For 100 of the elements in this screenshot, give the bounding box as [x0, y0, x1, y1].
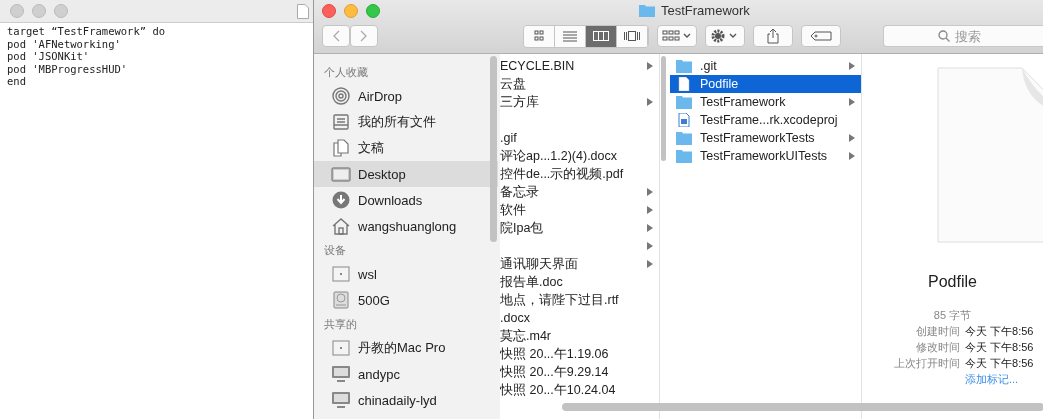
sidebar-item[interactable]: 我的所有文件	[314, 109, 498, 135]
arrange-button[interactable]	[657, 25, 697, 47]
sidebar-item[interactable]: 丹教的Mac Pro	[314, 335, 498, 361]
sidebar-item[interactable]: chinadaily-lyd	[314, 387, 498, 413]
tag-icon	[810, 31, 832, 41]
add-tags-link[interactable]: 添加标记...	[965, 371, 1019, 387]
file-row[interactable]: 莫忘.m4r	[500, 327, 659, 345]
file-row[interactable]: 快照 20...午1.19.06	[500, 345, 659, 363]
allfiles-icon	[331, 113, 351, 131]
document-icon	[297, 3, 309, 19]
file-row[interactable]: 地点，请陛下过目.rtf	[500, 291, 659, 309]
sidebar-item[interactable]: 500G	[314, 287, 498, 313]
sidebar-item[interactable]: wangshuanglong	[314, 213, 498, 239]
list-view-button[interactable]	[555, 25, 586, 47]
folder-icon	[676, 131, 692, 145]
sidebar-item[interactable]: Downloads	[314, 187, 498, 213]
file-row[interactable]: 评论ap...1.2)(4).docx	[500, 147, 659, 165]
list-view-icon	[561, 30, 579, 42]
file-row[interactable]: Podfile	[670, 75, 861, 93]
sidebar-item[interactable]: wsl	[314, 261, 498, 287]
file-row[interactable]: 备忘录	[500, 183, 659, 201]
file-row[interactable]: 快照 20...午9.29.14	[500, 363, 659, 381]
file-row[interactable]: 控件de...示的视频.pdf	[500, 165, 659, 183]
sidebar-heading: 个人收藏	[323, 65, 369, 80]
minimize-button[interactable]	[32, 4, 46, 18]
code-line: pod 'AFNetworking'	[7, 37, 122, 50]
file-row[interactable]: 报告单.doc	[500, 273, 659, 291]
info-value: 今天 下午8:56	[965, 340, 1034, 355]
file-row[interactable]: TestFrameworkTests	[670, 129, 861, 147]
project-file-icon	[676, 113, 692, 127]
coverflow-view-button[interactable]	[617, 25, 648, 47]
code-line: end	[7, 75, 27, 88]
file-icon	[676, 77, 692, 91]
disclosure-arrow-icon	[849, 152, 855, 160]
file-row[interactable]: 三方库	[500, 93, 659, 111]
disclosure-arrow-icon	[647, 206, 653, 214]
downloads-icon	[331, 191, 351, 209]
zoom-button[interactable]	[54, 4, 68, 18]
disclosure-arrow-icon	[647, 224, 653, 232]
coverflow-view-icon	[623, 30, 641, 42]
folder-icon	[676, 59, 692, 73]
sidebar-item[interactable]: AirDrop	[314, 83, 498, 109]
disclosure-arrow-icon	[647, 188, 653, 196]
folder-icon	[676, 95, 692, 109]
disclosure-arrow-icon	[647, 98, 653, 106]
file-row[interactable]: 云盘	[500, 75, 659, 93]
drive-icon	[331, 291, 351, 309]
grid-icon	[662, 30, 692, 42]
home-icon	[331, 217, 351, 235]
share-button[interactable]	[753, 25, 793, 47]
sidebar-item[interactable]: 文稿	[314, 135, 498, 161]
share-icon	[766, 28, 780, 44]
disclosure-arrow-icon	[647, 260, 653, 268]
file-row[interactable]: 软件	[500, 201, 659, 219]
scrollbar[interactable]	[490, 56, 497, 242]
file-row[interactable]: ECYCLE.BIN	[500, 57, 659, 75]
sidebar-heading: 设备	[323, 243, 347, 258]
folder-icon	[639, 4, 655, 17]
minimize-button[interactable]	[344, 4, 358, 18]
file-row[interactable]: .docx	[500, 309, 659, 327]
disclosure-arrow-icon	[849, 98, 855, 106]
info-label: 创建时间	[915, 324, 960, 339]
scrollbar[interactable]	[661, 56, 666, 161]
file-row[interactable]: TestFrame...rk.xcodeproj	[670, 111, 861, 129]
code-line: target “TestFramework” do	[7, 25, 167, 38]
file-row[interactable]: 快照 20...午10.24.04	[500, 381, 659, 399]
forward-button[interactable]	[350, 25, 378, 47]
sidebar-heading: 共享的	[323, 317, 358, 332]
file-row[interactable]: .git	[670, 57, 861, 75]
file-row[interactable]: .gif	[500, 129, 659, 147]
monitor-icon	[331, 391, 351, 409]
sidebar-item[interactable]: Desktop	[314, 161, 498, 187]
info-label: 上次打开时间	[893, 356, 960, 371]
zoom-button[interactable]	[366, 4, 380, 18]
file-row[interactable]: TestFramework	[670, 93, 861, 111]
file-row[interactable]: 院Ipa包	[500, 219, 659, 237]
back-icon	[332, 30, 340, 42]
close-button[interactable]	[10, 4, 24, 18]
icons-view-button[interactable]	[524, 25, 555, 47]
columns-view-icon	[592, 30, 610, 42]
action-button[interactable]	[705, 25, 745, 47]
columns-view-button[interactable]	[586, 25, 617, 47]
search-icon	[938, 30, 950, 42]
monitor-icon	[331, 365, 351, 383]
code-line: pod 'JSONKit'	[7, 50, 91, 63]
window-title: TestFramework	[661, 3, 750, 18]
forward-icon	[360, 30, 368, 42]
search-field[interactable]: 搜索	[883, 25, 1043, 47]
tag-button[interactable]	[801, 25, 841, 47]
folder-icon	[676, 149, 692, 163]
file-row[interactable]: TestFrameworkUITests	[670, 147, 861, 165]
scrollbar[interactable]	[562, 403, 1043, 411]
back-button[interactable]	[322, 25, 350, 47]
info-label: 修改时间	[915, 340, 960, 355]
close-button[interactable]	[322, 4, 336, 18]
sidebar-item[interactable]: andypc	[314, 361, 498, 387]
file-row[interactable]: 通讯聊天界面	[500, 255, 659, 273]
disclosure-arrow-icon	[647, 62, 653, 70]
info-value: 今天 下午8:56	[965, 324, 1034, 339]
airdrop-icon	[331, 87, 351, 105]
